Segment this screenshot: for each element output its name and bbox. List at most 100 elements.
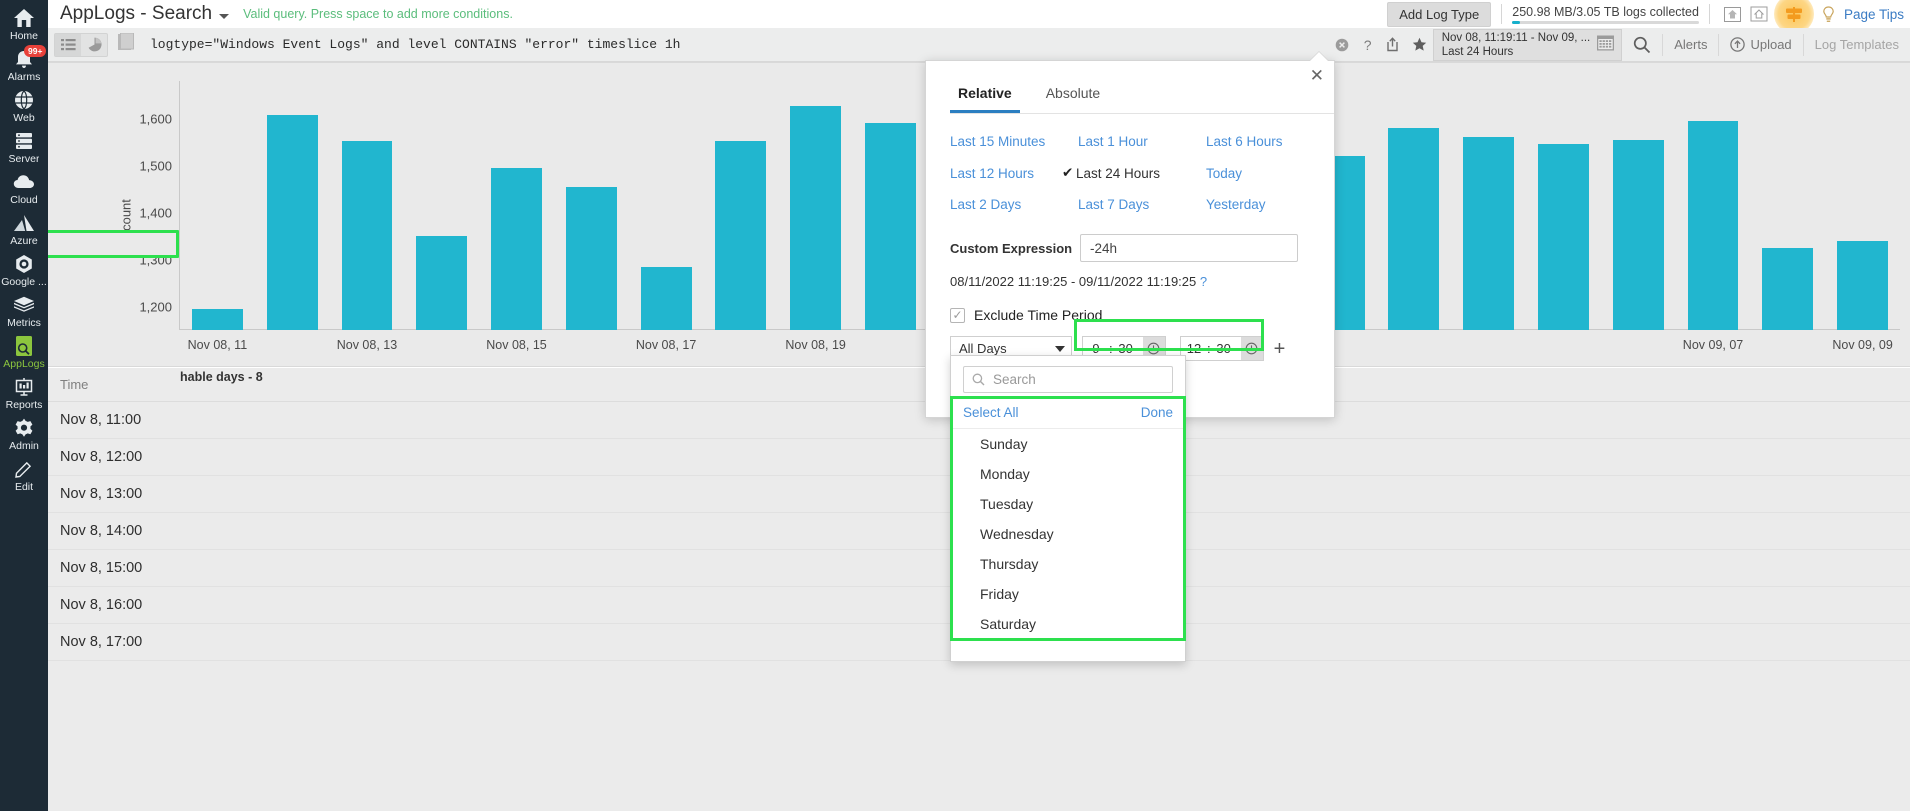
sidebar-item-azure[interactable]: Azure — [0, 209, 48, 250]
chart-bar[interactable] — [1388, 128, 1439, 330]
chart-bar[interactable] — [715, 141, 766, 330]
divider — [1709, 4, 1710, 24]
sidebar-item-applogs[interactable]: AppLogs — [0, 332, 48, 373]
day-option-saturday[interactable]: Saturday — [951, 609, 1185, 639]
preset-yesterday[interactable]: Yesterday — [1206, 197, 1334, 212]
alerts-button[interactable]: Alerts — [1662, 34, 1718, 56]
sidebar-item-web[interactable]: Web — [0, 86, 48, 127]
time-from-hour[interactable]: 9 — [1083, 341, 1109, 356]
snapshot-icon[interactable] — [1720, 3, 1746, 25]
sidebar-item-edit[interactable]: Edit — [0, 455, 48, 496]
star-icon[interactable] — [1407, 34, 1433, 56]
sidebar-item-cloud[interactable]: Cloud — [0, 168, 48, 209]
list-view-icon[interactable] — [55, 34, 81, 56]
question-mark-icon[interactable]: ? — [1355, 34, 1381, 56]
chart-bar[interactable] — [790, 106, 841, 330]
chart-bar[interactable] — [192, 309, 243, 330]
upload-circle-icon — [1730, 37, 1745, 52]
sidebar-item-metrics[interactable]: Metrics — [0, 291, 48, 332]
select-all-link[interactable]: Select All — [963, 405, 1019, 420]
chart-y-axis-label: count — [118, 199, 133, 231]
exclude-time-period-checkbox[interactable]: ✓ — [950, 308, 965, 323]
preset-last-24-hours[interactable]: ✔Last 24 Hours — [1078, 165, 1206, 181]
results-column-header[interactable]: Time — [48, 377, 88, 392]
view-mode-toggle-group — [54, 33, 108, 57]
chart-bar[interactable] — [267, 115, 318, 330]
chart-bar[interactable] — [1463, 137, 1514, 330]
chart-bar[interactable] — [1688, 121, 1739, 330]
chart-bar[interactable] — [641, 267, 692, 330]
time-to-hour[interactable]: 12 — [1181, 341, 1207, 356]
clock-icon[interactable] — [1241, 337, 1263, 360]
upload-button[interactable]: Upload — [1718, 34, 1802, 56]
chart-y-tick: 1,600 — [139, 111, 172, 126]
day-option-wednesday[interactable]: Wednesday — [951, 519, 1185, 549]
log-templates-button[interactable]: Log Templates — [1803, 34, 1910, 56]
preset-last-2-days[interactable]: Last 2 Days — [950, 197, 1078, 212]
chart-bar[interactable] — [566, 187, 617, 330]
time-to-minute[interactable]: 30 — [1211, 341, 1237, 356]
chart-bar[interactable] — [1762, 248, 1813, 330]
page-tips-link[interactable]: Page Tips — [1844, 7, 1904, 22]
exclude-time-period-row[interactable]: ✓ Exclude Time Period — [950, 307, 1334, 323]
time-from-minute[interactable]: 30 — [1113, 341, 1139, 356]
preset-today[interactable]: Today — [1206, 165, 1334, 181]
range-help-icon[interactable]: ? — [1200, 274, 1207, 289]
sidebar-item-admin[interactable]: Admin — [0, 414, 48, 455]
logs-collected-progressbar — [1512, 21, 1699, 24]
query-input[interactable]: logtype="Windows Event Logs" and level C… — [150, 37, 681, 52]
tab-absolute[interactable]: Absolute — [1038, 85, 1108, 113]
close-icon[interactable]: ✕ — [1310, 69, 1324, 83]
search-icon[interactable] — [1622, 34, 1662, 56]
add-log-type-button[interactable]: Add Log Type — [1387, 2, 1491, 27]
days-search-input[interactable]: Search — [963, 366, 1173, 393]
search-icon — [972, 373, 985, 386]
sidebar-item-google[interactable]: Google ... — [0, 250, 48, 291]
sidebar-item-server[interactable]: Server — [0, 127, 48, 168]
chart-bar[interactable] — [1613, 140, 1664, 330]
reports-icon — [14, 377, 34, 397]
home-icon — [13, 8, 35, 28]
done-link[interactable]: Done — [1141, 405, 1173, 420]
share-icon[interactable] — [1381, 34, 1407, 56]
custom-expression-input[interactable] — [1080, 234, 1298, 262]
time-range-dates: Nov 08, 11:19:11 - Nov 09, ... — [1442, 31, 1591, 45]
document-icon[interactable] — [118, 33, 134, 56]
clear-circle-icon[interactable] — [1329, 34, 1355, 56]
days-option-list: SundayMondayTuesdayWednesdayThursdayFrid… — [951, 429, 1185, 639]
day-option-thursday[interactable]: Thursday — [951, 549, 1185, 579]
day-option-tuesday[interactable]: Tuesday — [951, 489, 1185, 519]
sidebar-item-home[interactable]: Home — [0, 4, 48, 45]
day-option-sunday[interactable]: Sunday — [951, 429, 1185, 459]
add-time-period-button[interactable]: + — [1274, 341, 1286, 357]
time-range-dash: - — [1171, 341, 1175, 356]
toolbar-right-cluster: ? Nov 08, 11:19:11 - Nov 09, ... Last 24… — [1329, 28, 1910, 62]
chart-bar[interactable] — [342, 141, 393, 330]
edit-icon — [15, 459, 33, 479]
page-title-chevron-down-icon[interactable] — [219, 14, 229, 19]
preset-last-6-hours[interactable]: Last 6 Hours — [1206, 134, 1334, 149]
day-option-friday[interactable]: Friday — [951, 579, 1185, 609]
chart-bar[interactable] — [1538, 144, 1589, 330]
day-option-monday[interactable]: Monday — [951, 459, 1185, 489]
preset-label: Last 1 Hour — [1078, 134, 1148, 149]
preset-label: Last 15 Minutes — [950, 134, 1045, 149]
sidebar-item-alarms[interactable]: 99+Alarms — [0, 45, 48, 86]
time-range-picker-button[interactable]: Nov 08, 11:19:11 - Nov 09, ... Last 24 H… — [1433, 29, 1623, 61]
table-cell-time: Nov 8, 13:00 — [48, 486, 142, 502]
preset-last-7-days[interactable]: Last 7 Days — [1078, 197, 1206, 212]
chart-bar[interactable] — [491, 168, 542, 330]
home-outline-icon[interactable] — [1746, 3, 1772, 25]
calendar-icon[interactable] — [1596, 33, 1615, 57]
preset-last-12-hours[interactable]: Last 12 Hours — [950, 165, 1078, 181]
chart-bar[interactable] — [416, 236, 467, 330]
preset-last-1-hour[interactable]: Last 1 Hour — [1078, 134, 1206, 149]
time-to-field[interactable]: 12 : 30 — [1180, 336, 1264, 361]
sidebar-item-label: Edit — [15, 481, 33, 493]
chart-bar[interactable] — [865, 123, 916, 330]
tab-relative[interactable]: Relative — [950, 85, 1020, 113]
sidebar-item-reports[interactable]: Reports — [0, 373, 48, 414]
pie-chart-icon[interactable] — [81, 34, 107, 56]
chart-bar[interactable] — [1837, 241, 1888, 330]
preset-last-15-minutes[interactable]: Last 15 Minutes — [950, 134, 1078, 149]
